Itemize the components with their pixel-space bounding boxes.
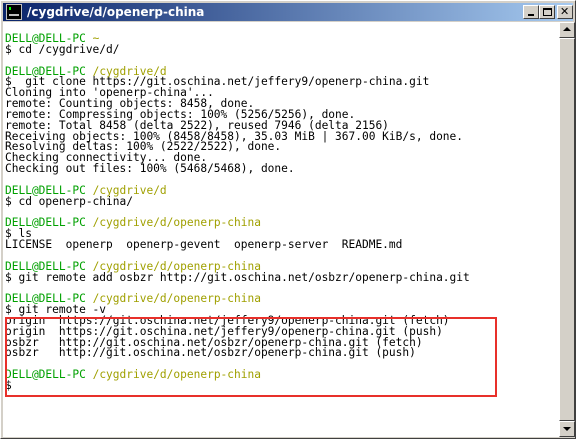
prompt-glyph: [9, 7, 15, 10]
vertical-scrollbar[interactable]: [559, 22, 575, 437]
minimize-icon: [528, 14, 534, 16]
prompt-path: /cygdrive/d/openerp-china: [92, 292, 261, 306]
maximize-icon: [543, 8, 552, 16]
prompt-line: DELL@DELL-PC /cygdrive/d/openerp-china: [5, 216, 559, 230]
scroll-down-button[interactable]: [559, 421, 575, 437]
scrollbar-thumb[interactable]: [559, 38, 575, 421]
highlight-annotation-box: [5, 317, 497, 397]
minimize-button[interactable]: [523, 5, 539, 19]
output-line: $ cd openerp-china/: [5, 194, 133, 208]
cursor-glyph: [9, 14, 19, 16]
output-line: $ git remote add osbzr http://git.oschin…: [5, 270, 470, 284]
terminal-app-icon[interactable]: [6, 4, 22, 20]
arrow-down-icon: [563, 427, 571, 431]
terminal-window: /cygdrive/d/openerp-china ✕ DELL@DELL-PC…: [0, 0, 576, 439]
maximize-button[interactable]: [539, 5, 555, 19]
prompt-path: /cygdrive/d/openerp-china: [92, 216, 261, 230]
window-title: /cygdrive/d/openerp-china: [27, 5, 205, 19]
close-button[interactable]: ✕: [557, 5, 573, 19]
close-icon: ✕: [560, 5, 570, 18]
arrow-up-icon: [563, 27, 571, 31]
output-line: Checking out files: 100% (5468/5468), do…: [5, 162, 295, 176]
terminal-output-area[interactable]: DELL@DELL-PC ~ $ cd /cygdrive/d/DELL@DELL…: [3, 22, 559, 437]
scroll-up-button[interactable]: [559, 22, 575, 38]
title-bar[interactable]: /cygdrive/d/openerp-china ✕: [3, 3, 573, 21]
output-line: $ cd /cygdrive/d/: [5, 42, 120, 56]
output-line: LICENSE openerp openerp-gevent openerp-s…: [5, 238, 403, 252]
